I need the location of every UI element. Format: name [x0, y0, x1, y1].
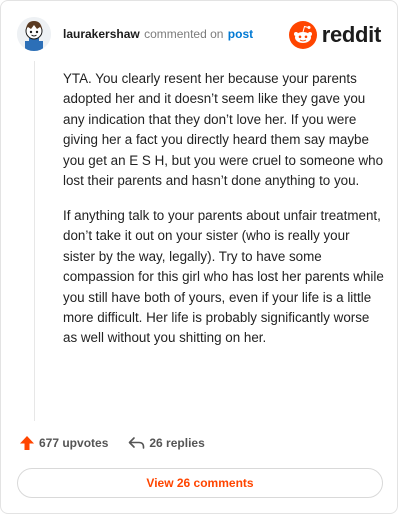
comment-card: laurakershaw commented on post reddit YT…	[0, 0, 398, 514]
thread-line[interactable]	[34, 61, 35, 421]
reddit-wordmark: reddit	[321, 22, 382, 47]
upvote-button[interactable]: 677 upvotes	[19, 435, 108, 451]
upvote-count: 677 upvotes	[39, 436, 109, 450]
reply-count: 26 replies	[149, 436, 205, 450]
comment-header: laurakershaw commented on post reddit	[17, 15, 381, 55]
comment-actions: 677 upvotes 26 replies	[19, 433, 225, 453]
reply-arrow-icon	[129, 437, 145, 449]
avatar-icon	[17, 17, 51, 51]
view-comments-button[interactable]: View 26 comments	[17, 468, 383, 498]
reddit-logo-icon	[288, 21, 317, 49]
user-avatar[interactable]	[17, 17, 51, 51]
comment-paragraph: YTA. You clearly resent her because your…	[63, 71, 384, 189]
replies-button[interactable]: 26 replies	[128, 435, 205, 451]
upvote-arrow-icon	[20, 436, 34, 450]
comment-paragraph: If anything talk to your parents about u…	[63, 207, 384, 346]
comment-meta: laurakershaw commented on post	[63, 27, 253, 41]
action-text: commented on	[144, 27, 224, 41]
post-link[interactable]: post	[228, 27, 253, 41]
username-link[interactable]: laurakershaw	[63, 27, 140, 41]
comment-body: YTA. You clearly resent her because your…	[63, 69, 385, 363]
reddit-brand[interactable]: reddit	[288, 21, 382, 49]
